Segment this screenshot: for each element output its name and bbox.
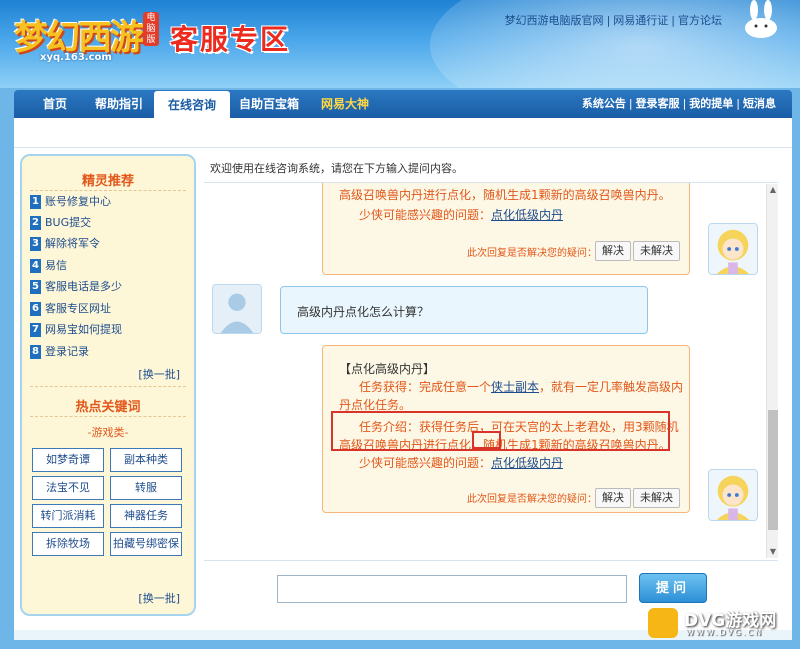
recommend-item[interactable]: 8 登录记录 bbox=[30, 344, 89, 362]
user-avatar-icon bbox=[212, 284, 262, 334]
watermark-url: WWW.DVG.CN bbox=[686, 628, 764, 637]
zone-title: 客服专区 bbox=[170, 23, 291, 56]
dungeon-link[interactable]: 侠士副本 bbox=[491, 380, 539, 394]
keyword-button[interactable]: 转服 bbox=[110, 476, 182, 500]
nav-toolbox[interactable]: 自助百宝箱 bbox=[232, 90, 306, 118]
suggest-link[interactable]: 点化低级内丹 bbox=[491, 456, 563, 470]
recommend-item[interactable]: 1 账号修复中心 bbox=[30, 194, 111, 212]
user-message: 高级内丹点化怎么计算？ bbox=[280, 286, 648, 334]
unsolved-button[interactable]: 未解决 bbox=[633, 488, 680, 508]
nav-messages[interactable]: 短消息 bbox=[743, 97, 776, 110]
top-links: 梦幻西游电脑版官网 | 网易通行证 | 官方论坛 bbox=[504, 14, 722, 27]
site-watermark: DVG游戏网 WWW.DVG.CN bbox=[648, 604, 798, 644]
nav-my-tickets[interactable]: 我的提单 bbox=[689, 97, 733, 110]
divider bbox=[30, 190, 186, 191]
bot-avatar-icon bbox=[708, 469, 758, 521]
nav-dashen[interactable]: 网易大神 bbox=[312, 90, 378, 118]
nav-home[interactable]: 首页 bbox=[28, 90, 82, 118]
main-nav: 首页 帮助指引 在线咨询 自助百宝箱 网易大神 系统公告 | 登录客服 | 我的提单 | 短… bbox=[14, 90, 792, 119]
gamepad-icon bbox=[648, 608, 678, 638]
bot-task-get: 任务获得：完成任意一个侠士副本，就有一定几率触发高级内 bbox=[359, 380, 684, 394]
keywords-refresh-link[interactable]: [换一批] bbox=[138, 590, 180, 606]
nav-announcement[interactable]: 系统公告 bbox=[582, 97, 626, 110]
page-header: 梦幻西游 电脑版 xyq.163.com 客服专区 梦幻西游电脑版官网 | 网易通行… bbox=[0, 0, 800, 88]
keyword-button[interactable]: 拆除牧场 bbox=[32, 532, 104, 556]
recommend-item[interactable]: 4 易信 bbox=[30, 258, 67, 276]
bot-suggest-line: 少侠可能感兴趣的问题：点化低级内丹 bbox=[359, 208, 564, 222]
keyword-button[interactable]: 神器任务 bbox=[110, 504, 182, 528]
nav-login-service[interactable]: 登录客服 bbox=[636, 97, 680, 110]
bot-suggest-line: 少侠可能感兴趣的问题：点化低级内丹 bbox=[359, 456, 564, 470]
keywords-category: -游戏类- bbox=[87, 426, 129, 439]
highlight-annotation bbox=[472, 431, 501, 449]
keyword-button[interactable]: 如梦奇谭 bbox=[32, 448, 104, 472]
recommend-refresh-link[interactable]: [换一批] bbox=[138, 366, 180, 382]
keyword-button[interactable]: 副本种类 bbox=[110, 448, 182, 472]
recommend-item[interactable]: 7 网易宝如何提现 bbox=[30, 322, 122, 340]
question-input[interactable] bbox=[277, 575, 627, 603]
bot-message: 高级召唤兽内丹进行点化，随机生成1颗新的高级召唤兽内丹。 少侠可能感兴趣的问题：… bbox=[322, 183, 690, 275]
scroll-thumb[interactable] bbox=[768, 410, 778, 530]
bunny-mascot-icon bbox=[745, 0, 777, 38]
recommend-panel: 精灵推荐 1 账号修复中心 2 BUG提交 3 解除将军令 4 易信 5 客服电话是多少 … bbox=[20, 154, 196, 616]
nav-help[interactable]: 帮助指引 bbox=[86, 90, 152, 118]
chat-area: 高级召唤兽内丹进行点化，随机生成1颗新的高级召唤兽内丹。 少侠可能感兴趣的问题：… bbox=[204, 182, 778, 558]
nav-online-consult[interactable]: 在线咨询 bbox=[154, 91, 230, 119]
bot-avatar-icon bbox=[708, 223, 758, 275]
welcome-text: 欢迎使用在线咨询系统，请您在下方输入提问内容。 bbox=[210, 162, 463, 175]
bot-message-title: 【点化高级内丹】 bbox=[339, 362, 436, 376]
solved-button[interactable]: 解决 bbox=[595, 488, 631, 508]
main-content: 精灵推荐 1 账号修复中心 2 BUG提交 3 解除将军令 4 易信 5 客服电话是多少 … bbox=[14, 118, 792, 640]
scroll-down-icon[interactable]: ▼ bbox=[767, 546, 779, 558]
sub-bar bbox=[14, 118, 792, 148]
recommend-title: 精灵推荐 bbox=[81, 174, 134, 189]
logo-version-tag: 电脑版 bbox=[143, 12, 159, 46]
top-link-passport[interactable]: 网易通行证 bbox=[613, 14, 668, 27]
keywords-title: 热点关键词 bbox=[75, 400, 141, 415]
recommend-item[interactable]: 5 客服电话是多少 bbox=[30, 279, 122, 297]
bot-message-text: 高级召唤兽内丹进行点化，随机生成1颗新的高级召唤兽内丹。 bbox=[339, 188, 671, 202]
top-link-forum[interactable]: 官方论坛 bbox=[678, 14, 722, 27]
keyword-button[interactable]: 转门派消耗 bbox=[32, 504, 104, 528]
suggest-link[interactable]: 点化低级内丹 bbox=[491, 208, 563, 222]
top-link-official[interactable]: 梦幻西游电脑版官网 bbox=[505, 14, 604, 27]
unsolved-button[interactable]: 未解决 bbox=[633, 241, 680, 261]
solved-button[interactable]: 解决 bbox=[595, 241, 631, 261]
divider bbox=[204, 560, 778, 561]
feedback-prompt: 此次回复是否解决您的疑问： bbox=[467, 248, 597, 259]
divider bbox=[30, 416, 186, 417]
keyword-button[interactable]: 法宝不见 bbox=[32, 476, 104, 500]
scroll-up-icon[interactable]: ▲ bbox=[767, 184, 779, 196]
recommend-item[interactable]: 2 BUG提交 bbox=[30, 215, 91, 233]
chat-scrollbar[interactable]: ▲ ▼ bbox=[766, 184, 778, 558]
user-message-text: 高级内丹点化怎么计算？ bbox=[297, 305, 430, 319]
keyword-button[interactable]: 拍藏号绑密保 bbox=[110, 532, 182, 556]
recommend-item[interactable]: 6 客服专区网址 bbox=[30, 301, 111, 319]
logo-url: xyq.163.com bbox=[40, 52, 112, 63]
nav-right-links: 系统公告 | 登录客服 | 我的提单 | 短消息 bbox=[581, 97, 776, 110]
ask-button[interactable]: 提问 bbox=[639, 573, 707, 603]
divider bbox=[30, 386, 186, 387]
recommend-item[interactable]: 3 解除将军令 bbox=[30, 236, 100, 254]
feedback-prompt: 此次回复是否解决您的疑问： bbox=[467, 494, 597, 505]
